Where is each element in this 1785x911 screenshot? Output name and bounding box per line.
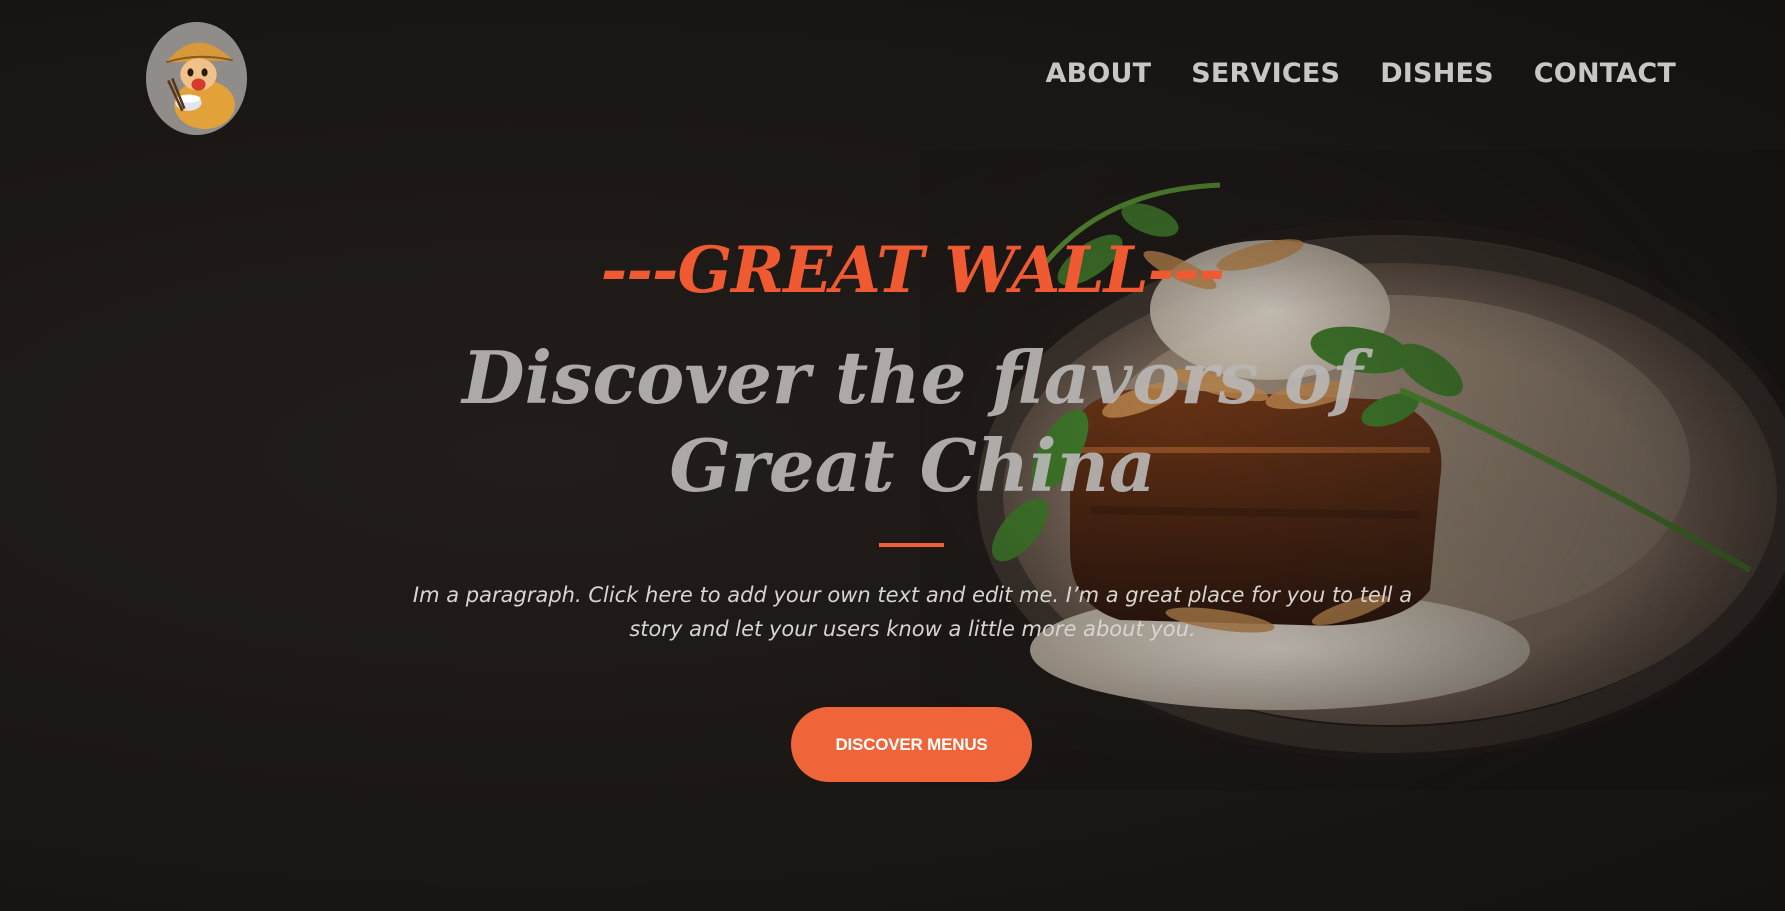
hero-food-image (920, 150, 1785, 790)
discover-menus-button[interactable]: DISCOVER MENUS (791, 707, 1032, 782)
main-nav: ABOUT SERVICES DISHES CONTACT (1045, 58, 1676, 89)
nav-contact[interactable]: CONTACT (1534, 58, 1676, 89)
landing-page: ABOUT SERVICES DISHES CONTACT ---GREAT W… (0, 0, 1785, 911)
nav-about[interactable]: ABOUT (1045, 58, 1151, 89)
nav-dishes[interactable]: DISHES (1380, 58, 1494, 89)
logo[interactable] (146, 22, 247, 135)
nav-services[interactable]: SERVICES (1191, 58, 1340, 89)
